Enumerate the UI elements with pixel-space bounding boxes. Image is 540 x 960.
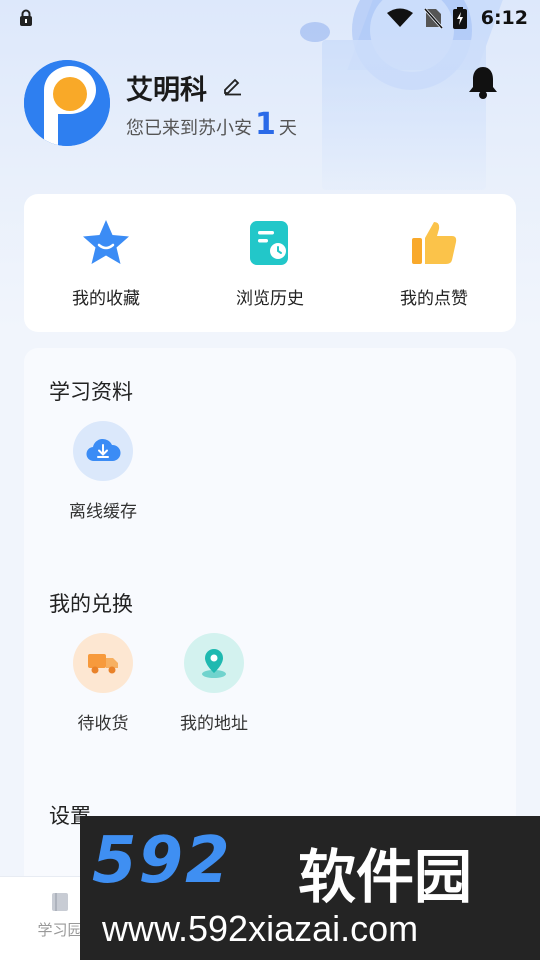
history-label: 浏览历史 (236, 289, 304, 309)
history-button[interactable]: 浏览历史 (210, 218, 330, 309)
watermark-brand-text: 软件园 (298, 843, 473, 911)
offline-cache-button[interactable]: 离线缓存 (48, 421, 158, 522)
edit-name-icon[interactable] (222, 74, 244, 96)
history-icon (250, 221, 288, 265)
book-icon (52, 893, 68, 911)
my-address-circle (184, 633, 244, 693)
pending-delivery-circle (73, 633, 133, 693)
lock-notification-icon (20, 9, 32, 26)
section-title-study: 学习资料 (49, 380, 133, 404)
my-address-button[interactable]: 我的地址 (159, 633, 269, 734)
wifi-icon (386, 8, 413, 27)
days-count: 1 (255, 107, 276, 142)
status-bar: 6:12 (0, 0, 540, 36)
truck-icon (88, 654, 118, 674)
cloud-download-icon (86, 438, 121, 462)
days-joined-text: 您已来到苏小安 1 天 (126, 110, 297, 140)
watermark-url: www.592xiazai.com (102, 908, 419, 949)
star-icon (83, 220, 129, 264)
no-sim-icon (423, 7, 443, 29)
pending-delivery-label: 待收货 (77, 714, 129, 734)
offline-cache-circle (73, 421, 133, 481)
user-name: 艾明科 (126, 75, 207, 106)
favorites-label: 我的收藏 (72, 289, 140, 309)
location-icon (202, 649, 226, 678)
quick-actions-card: 我的收藏 浏览历史 我的点赞 (24, 194, 516, 332)
decoration-box (322, 40, 486, 190)
thumbs-up-icon (412, 222, 457, 264)
nav-label-study-garden: 学习园 (37, 921, 83, 939)
watermark-banner: 592 软件园 www.592xiazai.com (80, 816, 540, 960)
likes-button[interactable]: 我的点赞 (374, 218, 494, 309)
section-title-exchange: 我的兑换 (49, 592, 133, 616)
offline-cache-label: 离线缓存 (69, 502, 137, 522)
days-suffix: 天 (278, 118, 297, 139)
likes-label: 我的点赞 (400, 289, 468, 309)
days-prefix: 您已来到苏小安 (126, 118, 252, 139)
battery-charging-icon (452, 7, 467, 29)
my-address-label: 我的地址 (180, 714, 248, 734)
favorites-button[interactable]: 我的收藏 (46, 218, 166, 309)
avatar[interactable] (24, 60, 110, 146)
status-time: 6:12 (480, 7, 528, 29)
bell-icon[interactable] (466, 64, 500, 100)
watermark-brand-number: 592 (92, 824, 232, 898)
pending-delivery-button[interactable]: 待收货 (48, 633, 158, 734)
